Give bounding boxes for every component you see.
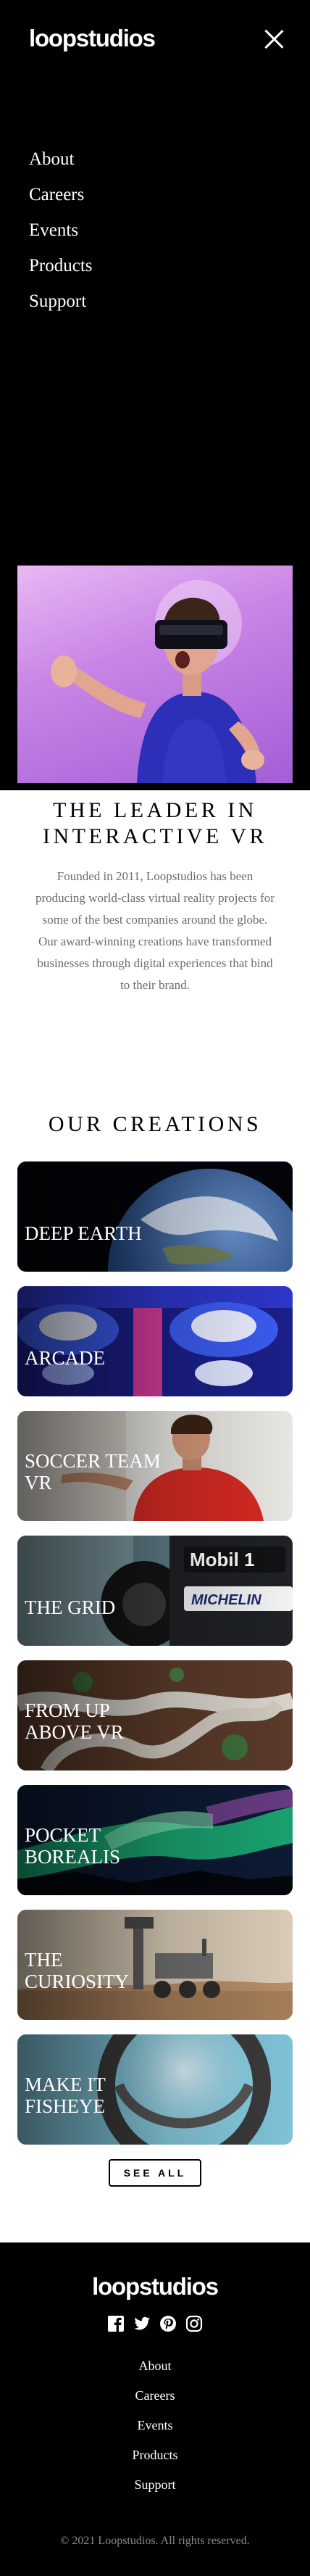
creation-card-soccer-team-vr[interactable]: SOCCER TEAM VR: [17, 1411, 293, 1521]
creation-title-the-curiosity: THE CURIOSITY: [25, 1949, 130, 1992]
intro-text: Founded in 2011, Loopstudios has been pr…: [35, 869, 275, 992]
creation-title-soccer-team-vr: SOCCER TEAM VR: [25, 1450, 161, 1494]
creation-title-pocket-borealis: POCKET BOREALIS: [25, 1824, 121, 1868]
intro-section: THE LEADER IN INTERACTIVE VR Founded in …: [0, 566, 310, 1109]
menu-item-support[interactable]: Support: [29, 283, 93, 319]
footer: loopstudios About Careers Events Product…: [0, 2242, 310, 2576]
instagram-icon[interactable]: [185, 2315, 203, 2332]
vr-man-photo: [17, 566, 293, 783]
creation-title-arcade: ARCADE: [25, 1347, 106, 1369]
footer-logo[interactable]: loopstudios: [0, 2273, 310, 2300]
footer-nav: About Careers Events Products Support: [0, 2351, 310, 2500]
menu-item-products[interactable]: Products: [29, 248, 93, 283]
creation-card-arcade[interactable]: ARCADE: [17, 1286, 293, 1396]
twitter-icon[interactable]: [133, 2315, 151, 2332]
menu-item-events[interactable]: Events: [29, 212, 93, 248]
logo[interactable]: loopstudios: [29, 25, 156, 52]
creation-title-make-it-fisheye: MAKE IT FISHEYE: [25, 2074, 106, 2117]
facebook-icon[interactable]: [107, 2315, 125, 2332]
creation-card-from-up-above-vr[interactable]: FROM UP ABOVE VR: [17, 1660, 293, 1771]
footer-link-careers[interactable]: Careers: [0, 2381, 310, 2411]
intro-title: THE LEADER IN INTERACTIVE VR: [43, 798, 267, 848]
footer-link-products[interactable]: Products: [0, 2440, 310, 2470]
mobile-menu: About Careers Events Products Support: [29, 141, 93, 319]
close-menu-button[interactable]: [264, 29, 284, 49]
menu-item-careers[interactable]: Careers: [29, 177, 93, 212]
creation-title-deep-earth: DEEP EARTH: [25, 1222, 142, 1244]
creations-heading: OUR CREATIONS: [48, 1112, 262, 1136]
creation-card-the-grid[interactable]: Mobil 1 MICHELIN THE GRID: [17, 1536, 293, 1646]
creations-section: OUR CREATIONS DEEP EARTH ARCADE SOCCER T…: [0, 1109, 310, 2242]
creation-card-the-curiosity[interactable]: THE CURIOSITY: [17, 1910, 293, 2020]
creation-card-pocket-borealis[interactable]: POCKET BOREALIS: [17, 1785, 293, 1895]
creation-title-from-up-above-vr: FROM UP ABOVE VR: [25, 1699, 124, 1743]
footer-link-events[interactable]: Events: [0, 2411, 310, 2440]
see-all-button[interactable]: SEE ALL: [109, 2159, 201, 2187]
footer-link-support[interactable]: Support: [0, 2470, 310, 2500]
creation-card-deep-earth[interactable]: DEEP EARTH: [17, 1161, 293, 1272]
footer-link-about[interactable]: About: [0, 2351, 310, 2381]
social-links: [0, 2315, 310, 2338]
pinterest-icon[interactable]: [159, 2315, 177, 2332]
creation-card-make-it-fisheye[interactable]: MAKE IT FISHEYE: [17, 2034, 293, 2145]
copyright-text: © 2021 Loopstudios. All rights reserved.: [60, 2535, 250, 2547]
menu-item-about[interactable]: About: [29, 141, 93, 177]
creation-title-the-grid: THE GRID: [25, 1596, 116, 1618]
